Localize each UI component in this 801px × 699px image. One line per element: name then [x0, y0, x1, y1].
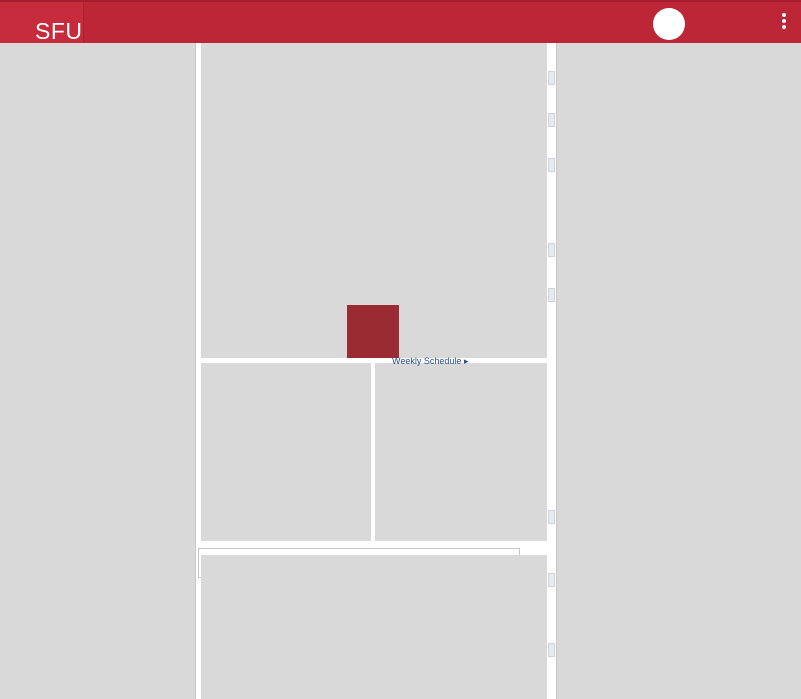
strip-mark — [548, 288, 555, 302]
strip-mark — [548, 71, 555, 85]
strip-mark — [548, 243, 555, 257]
right-content-placeholder — [375, 363, 547, 541]
highlight-block[interactable] — [347, 305, 399, 358]
logo-text: SFU — [35, 18, 83, 44]
strip-mark — [548, 643, 555, 657]
right-divider — [556, 43, 557, 699]
strip-mark — [548, 510, 555, 524]
avatar[interactable] — [653, 8, 685, 40]
right-side-strip — [547, 43, 556, 699]
kebab-menu-icon[interactable] — [778, 12, 790, 34]
left-content-placeholder — [201, 363, 371, 541]
sfu-logo[interactable]: SFU — [0, 2, 84, 44]
strip-mark — [548, 573, 555, 587]
strip-mark — [548, 158, 555, 172]
bottom-panel-overlay — [201, 555, 547, 699]
weekly-schedule-link[interactable]: Weekly Schedule ▸ — [392, 356, 468, 366]
top-bar: SFU — [0, 0, 801, 44]
left-divider — [195, 43, 196, 699]
strip-mark — [548, 113, 555, 127]
